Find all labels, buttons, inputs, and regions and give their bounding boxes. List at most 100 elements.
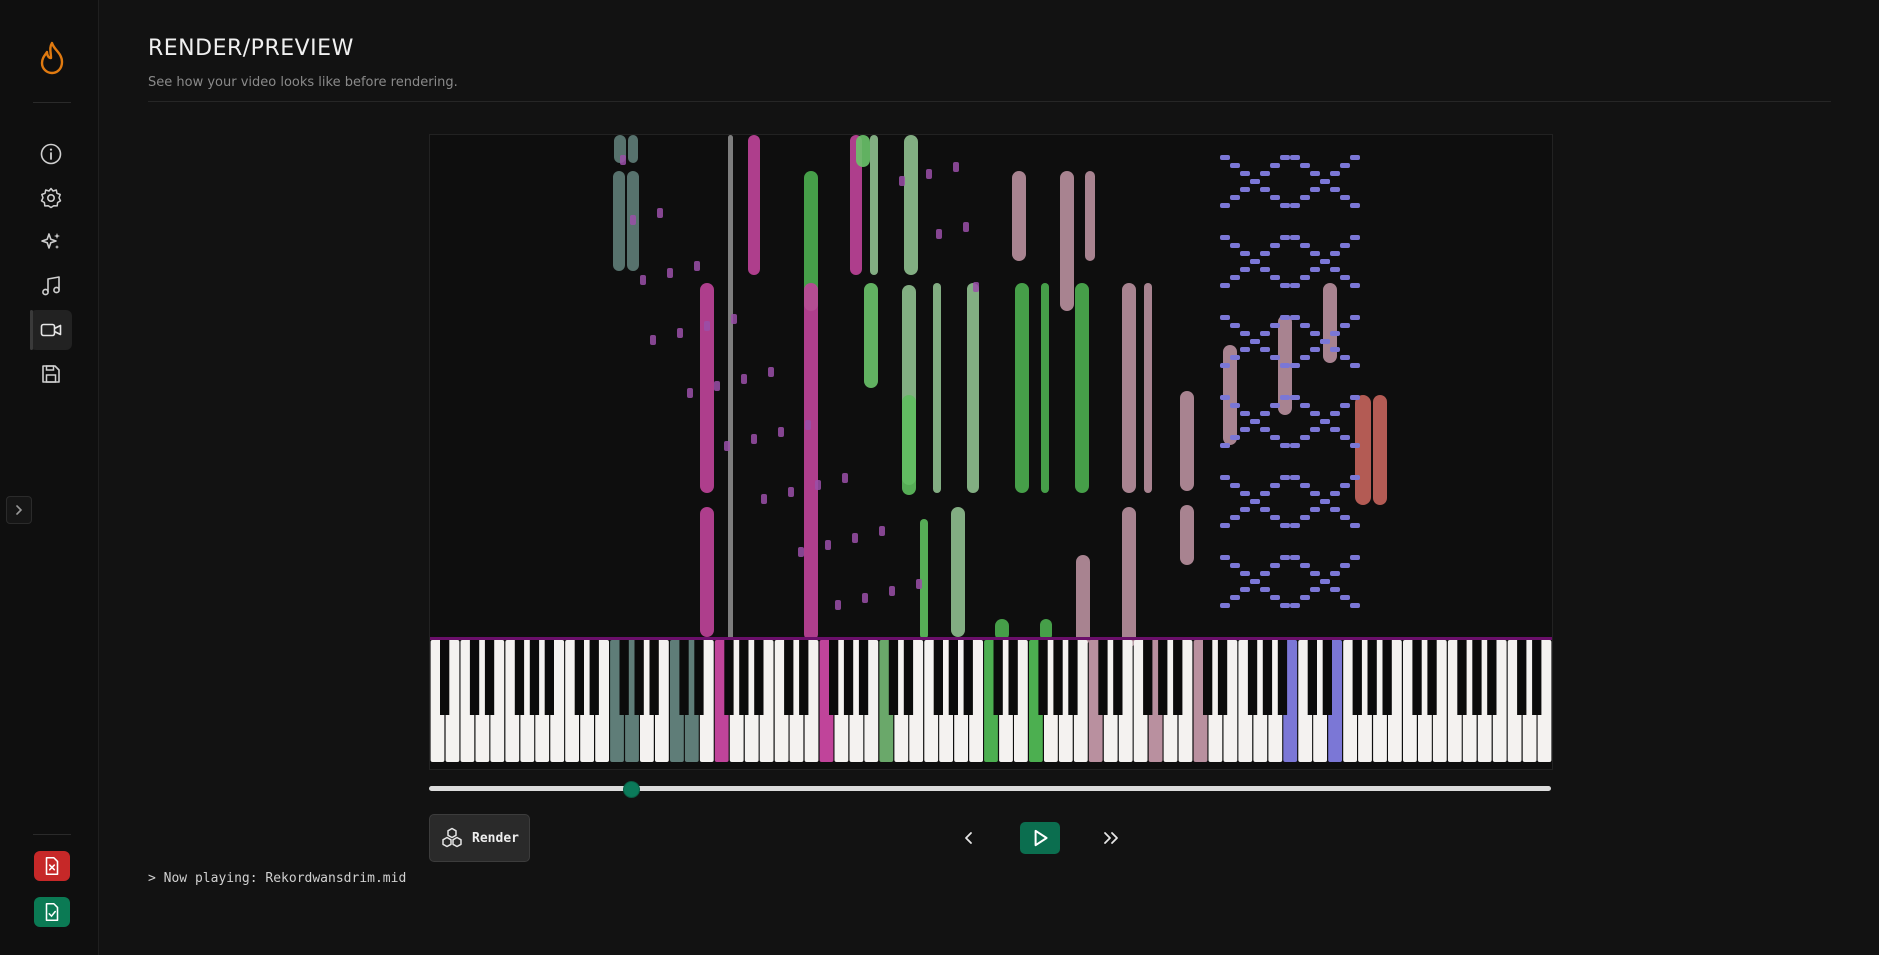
check-file-button[interactable]	[34, 897, 70, 927]
piano-black-key	[1113, 640, 1123, 715]
falling-note	[1220, 203, 1230, 208]
falling-note	[1330, 171, 1340, 176]
falling-note	[1300, 483, 1310, 488]
sidebar-expand-button[interactable]	[6, 496, 32, 524]
falling-note	[1280, 315, 1290, 320]
falling-note	[620, 155, 626, 165]
falling-note	[1310, 507, 1320, 512]
falling-note	[1260, 587, 1270, 592]
piano-black-key	[1487, 640, 1497, 715]
falling-note	[650, 335, 656, 345]
video-preview	[429, 134, 1553, 770]
sidebar-item-music[interactable]	[30, 266, 72, 306]
falling-note	[1270, 355, 1280, 360]
falling-notes	[613, 135, 1387, 647]
sidebar-item-settings[interactable]	[30, 178, 72, 218]
falling-note	[1230, 563, 1240, 568]
falling-note	[1290, 363, 1300, 368]
piano-black-key	[888, 640, 899, 715]
video-camera-icon	[40, 323, 62, 337]
falling-note	[1290, 315, 1300, 320]
falling-note	[1180, 505, 1194, 565]
piano-black-key	[544, 640, 554, 715]
falling-note	[1260, 331, 1270, 336]
piano-black-key	[1472, 640, 1482, 715]
falling-note	[1310, 251, 1320, 256]
sidebar-item-render[interactable]	[30, 310, 72, 350]
falling-note	[1220, 363, 1230, 368]
piano-black-key	[858, 640, 869, 715]
close-file-button[interactable]	[34, 851, 70, 881]
falling-note	[1270, 243, 1280, 248]
falling-note	[1290, 203, 1300, 208]
falling-note	[805, 420, 811, 430]
falling-note	[967, 283, 979, 493]
falling-note	[1220, 555, 1230, 560]
sidebar-item-save[interactable]	[30, 354, 72, 394]
falling-note	[1320, 339, 1330, 344]
sidebar-item-effects[interactable]	[30, 222, 72, 262]
falling-note	[1180, 391, 1194, 491]
header-divider	[148, 101, 1831, 102]
falling-note	[1310, 171, 1320, 176]
piano-black-key	[1307, 640, 1317, 715]
piano-black-key	[1322, 640, 1332, 715]
falling-note	[1310, 587, 1320, 592]
piano-black-key	[634, 640, 644, 715]
falling-note	[815, 480, 821, 490]
play-button[interactable]	[1020, 822, 1060, 854]
falling-note	[879, 526, 885, 536]
falling-note	[1330, 251, 1340, 256]
falling-note	[741, 374, 747, 384]
piano-black-key	[484, 640, 495, 715]
falling-note	[677, 328, 683, 338]
piano-black-key	[784, 640, 794, 715]
seek-bar[interactable]	[429, 781, 1551, 798]
falling-note	[1230, 403, 1240, 408]
falling-note	[1230, 163, 1240, 168]
falling-note	[1330, 267, 1340, 272]
falling-note	[1270, 563, 1280, 568]
render-button[interactable]: Render	[429, 814, 530, 862]
sidebar-divider-bottom	[33, 834, 71, 835]
falling-note	[1300, 275, 1310, 280]
piano-black-key	[963, 640, 973, 715]
falling-note	[1260, 571, 1270, 576]
falling-note	[1260, 267, 1270, 272]
falling-note	[973, 282, 979, 292]
sidebar-item-info[interactable]	[30, 134, 72, 174]
falling-note	[1270, 435, 1280, 440]
falling-note	[1270, 483, 1280, 488]
piano-black-key	[619, 640, 629, 715]
falling-note	[889, 586, 895, 596]
falling-note	[1075, 283, 1089, 493]
falling-note	[835, 600, 841, 610]
piano-black-key	[1068, 640, 1078, 715]
falling-note	[1220, 315, 1230, 320]
falling-note	[864, 283, 878, 388]
falling-note	[1240, 251, 1250, 256]
falling-note	[640, 275, 646, 285]
fast-forward-button[interactable]	[1092, 822, 1132, 854]
falling-note	[667, 268, 673, 278]
falling-note	[1240, 411, 1250, 416]
settings-gear-icon	[40, 187, 62, 209]
piano-black-key	[1532, 640, 1542, 715]
falling-note	[657, 208, 663, 218]
piano-black-key	[679, 640, 689, 715]
falling-note	[798, 547, 804, 557]
falling-note	[1260, 171, 1270, 176]
falling-note	[1340, 515, 1350, 520]
falling-note	[630, 215, 636, 225]
falling-note	[1270, 403, 1280, 408]
previous-button[interactable]	[949, 822, 989, 854]
seek-thumb[interactable]	[622, 781, 640, 798]
piano-black-key	[1457, 640, 1467, 715]
falling-note	[1340, 355, 1350, 360]
falling-note	[1330, 331, 1340, 336]
falling-note	[1355, 395, 1371, 505]
falling-note	[1290, 235, 1300, 240]
falling-note	[1230, 323, 1240, 328]
falling-note	[1340, 435, 1350, 440]
now-playing-status: > Now playing: Rekordwansdrim.mid	[148, 871, 407, 886]
